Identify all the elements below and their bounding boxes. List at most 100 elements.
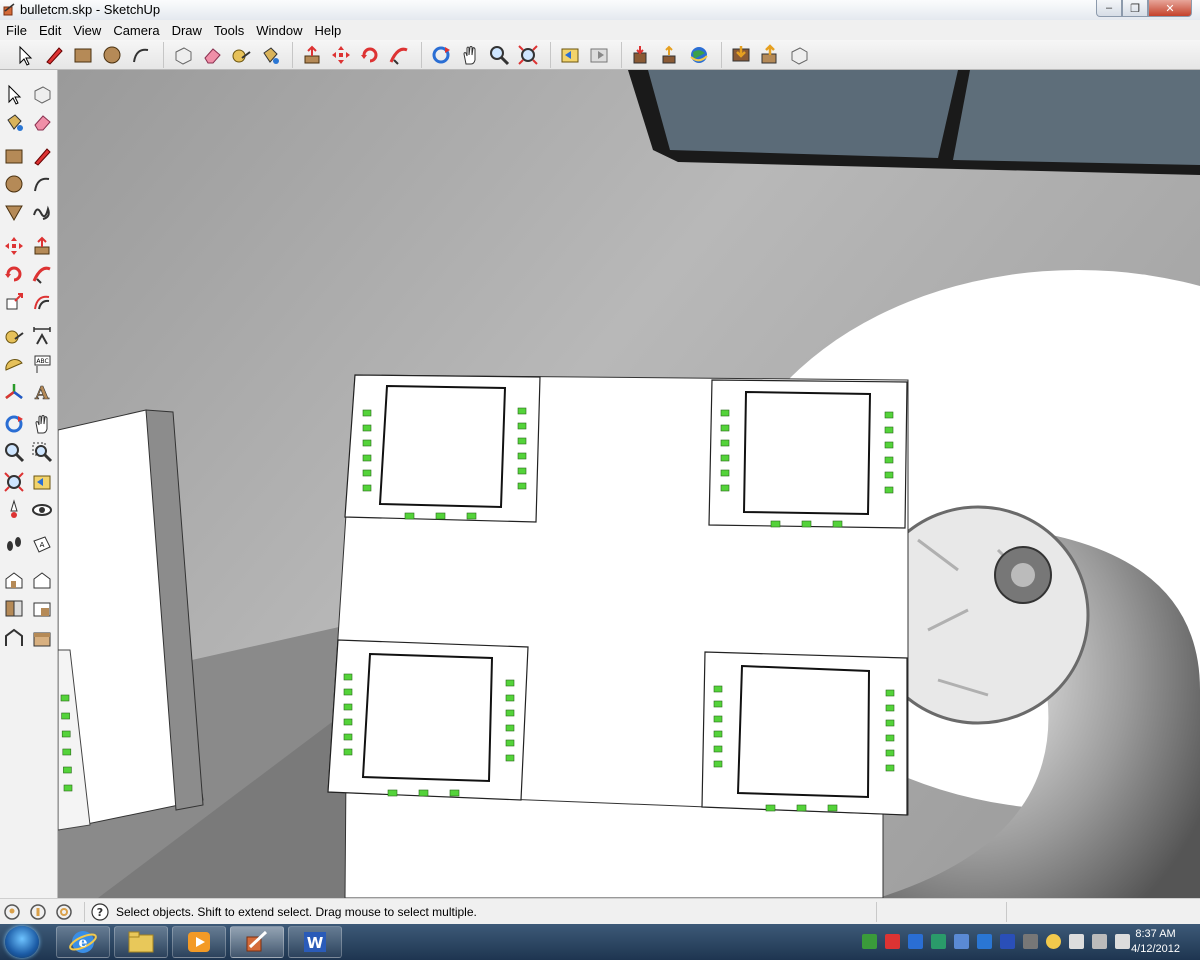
media-player-icon[interactable] bbox=[172, 926, 226, 958]
orbit-icon[interactable] bbox=[428, 42, 454, 68]
geo-location-icon[interactable] bbox=[3, 903, 21, 921]
circle-icon[interactable] bbox=[99, 42, 125, 68]
menu-edit[interactable]: Edit bbox=[33, 23, 67, 38]
make-component-icon[interactable] bbox=[30, 82, 54, 106]
rectangle-icon[interactable] bbox=[2, 144, 26, 168]
right-view-icon[interactable] bbox=[30, 596, 54, 620]
freehand-icon[interactable] bbox=[30, 200, 54, 224]
menu-help[interactable]: Help bbox=[309, 23, 348, 38]
arc-icon[interactable] bbox=[128, 42, 154, 68]
menu-camera[interactable]: Camera bbox=[107, 23, 165, 38]
display-icon[interactable] bbox=[1092, 934, 1107, 949]
offset-icon[interactable] bbox=[30, 290, 54, 314]
zoom-extents-icon[interactable] bbox=[2, 470, 26, 494]
start-button[interactable] bbox=[5, 926, 39, 958]
paint-bucket-icon[interactable] bbox=[257, 42, 283, 68]
left-view-icon[interactable] bbox=[30, 626, 54, 650]
upload-icon[interactable] bbox=[757, 42, 783, 68]
pencil-icon[interactable] bbox=[41, 42, 67, 68]
tray-app-icon[interactable] bbox=[885, 934, 900, 949]
close-button[interactable]: ✕ bbox=[1148, 0, 1192, 17]
move-icon[interactable] bbox=[328, 42, 354, 68]
position-camera-icon[interactable] bbox=[2, 498, 26, 522]
look-around-icon[interactable] bbox=[30, 498, 54, 522]
volume-icon[interactable] bbox=[1115, 934, 1130, 949]
minimize-button[interactable]: – bbox=[1096, 0, 1122, 17]
get-photo-texture-icon[interactable] bbox=[728, 42, 754, 68]
user-icon[interactable] bbox=[55, 903, 73, 921]
credits-icon[interactable] bbox=[29, 903, 47, 921]
shield-icon[interactable] bbox=[862, 934, 877, 949]
get-models-icon[interactable] bbox=[628, 42, 654, 68]
network-icon[interactable] bbox=[908, 934, 923, 949]
front-view-icon[interactable] bbox=[30, 568, 54, 592]
line-icon[interactable] bbox=[30, 144, 54, 168]
menu-tools[interactable]: Tools bbox=[208, 23, 250, 38]
paint-bucket-icon[interactable] bbox=[2, 110, 26, 134]
file-explorer-icon[interactable] bbox=[114, 926, 168, 958]
menu-view[interactable]: View bbox=[67, 23, 107, 38]
move-icon[interactable] bbox=[2, 234, 26, 258]
dimension-icon[interactable] bbox=[30, 324, 54, 348]
pan-icon[interactable] bbox=[30, 412, 54, 436]
top-view-icon[interactable] bbox=[2, 596, 26, 620]
model-scene[interactable] bbox=[58, 70, 1200, 898]
select-icon[interactable] bbox=[12, 42, 38, 68]
star-icon[interactable] bbox=[1046, 934, 1061, 949]
protractor-icon[interactable] bbox=[2, 352, 26, 376]
rotate-icon[interactable] bbox=[2, 262, 26, 286]
axes-icon[interactable] bbox=[2, 380, 26, 404]
walk-icon[interactable] bbox=[2, 532, 26, 556]
follow-me-icon[interactable] bbox=[30, 262, 54, 286]
text-icon[interactable]: ABC bbox=[30, 352, 54, 376]
orbit-icon[interactable] bbox=[2, 412, 26, 436]
tape-measure-icon[interactable] bbox=[228, 42, 254, 68]
menu-file[interactable]: File bbox=[0, 23, 33, 38]
push-pull-icon[interactable] bbox=[30, 234, 54, 258]
scale-icon[interactable] bbox=[2, 290, 26, 314]
share-model-icon[interactable] bbox=[657, 42, 683, 68]
previous-view-icon[interactable] bbox=[30, 470, 54, 494]
rectangle-icon[interactable] bbox=[70, 42, 96, 68]
select-icon[interactable] bbox=[2, 82, 26, 106]
section-plane-icon[interactable]: A bbox=[30, 532, 54, 556]
green-led bbox=[827, 804, 838, 812]
google-earth-icon[interactable] bbox=[686, 42, 712, 68]
follow-me-icon[interactable] bbox=[386, 42, 412, 68]
zoom-window-icon[interactable] bbox=[30, 440, 54, 464]
tray-icon[interactable] bbox=[1023, 934, 1038, 949]
internet-explorer-icon[interactable]: e bbox=[56, 926, 110, 958]
push-pull-icon[interactable] bbox=[299, 42, 325, 68]
system-clock[interactable]: 8:37 AM 4/12/2012 bbox=[1131, 927, 1180, 957]
previous-view-icon[interactable] bbox=[557, 42, 583, 68]
tray-icon[interactable] bbox=[954, 934, 969, 949]
arc-icon[interactable] bbox=[30, 172, 54, 196]
menu-window[interactable]: Window bbox=[250, 23, 308, 38]
circle-icon[interactable] bbox=[2, 172, 26, 196]
menu-draw[interactable]: Draw bbox=[166, 23, 208, 38]
tray-icon[interactable] bbox=[1000, 934, 1015, 949]
polygon-icon[interactable] bbox=[2, 200, 26, 224]
zoom-extents-icon[interactable] bbox=[515, 42, 541, 68]
iso-view-icon[interactable] bbox=[2, 568, 26, 592]
word-icon[interactable]: W bbox=[288, 926, 342, 958]
component-icon[interactable] bbox=[786, 42, 812, 68]
tape-measure-icon[interactable] bbox=[2, 324, 26, 348]
eraser-icon[interactable] bbox=[30, 110, 54, 134]
next-view-icon[interactable] bbox=[586, 42, 612, 68]
3d-text-icon[interactable]: A bbox=[30, 380, 54, 404]
sketchup-taskbar-icon[interactable] bbox=[230, 926, 284, 958]
eraser-icon[interactable] bbox=[199, 42, 225, 68]
tray-icon[interactable] bbox=[1069, 934, 1084, 949]
zoom-icon[interactable] bbox=[486, 42, 512, 68]
model-viewport[interactable] bbox=[58, 70, 1200, 898]
maximize-button[interactable]: ❐ bbox=[1122, 0, 1148, 17]
back-view-icon[interactable] bbox=[2, 626, 26, 650]
zoom-icon[interactable] bbox=[2, 440, 26, 464]
help-icon[interactable]: ? bbox=[91, 903, 109, 921]
tray-icon[interactable] bbox=[931, 934, 946, 949]
rotate-icon[interactable] bbox=[357, 42, 383, 68]
pan-icon[interactable] bbox=[457, 42, 483, 68]
make-component-icon[interactable] bbox=[170, 42, 196, 68]
tray-icon[interactable] bbox=[977, 934, 992, 949]
